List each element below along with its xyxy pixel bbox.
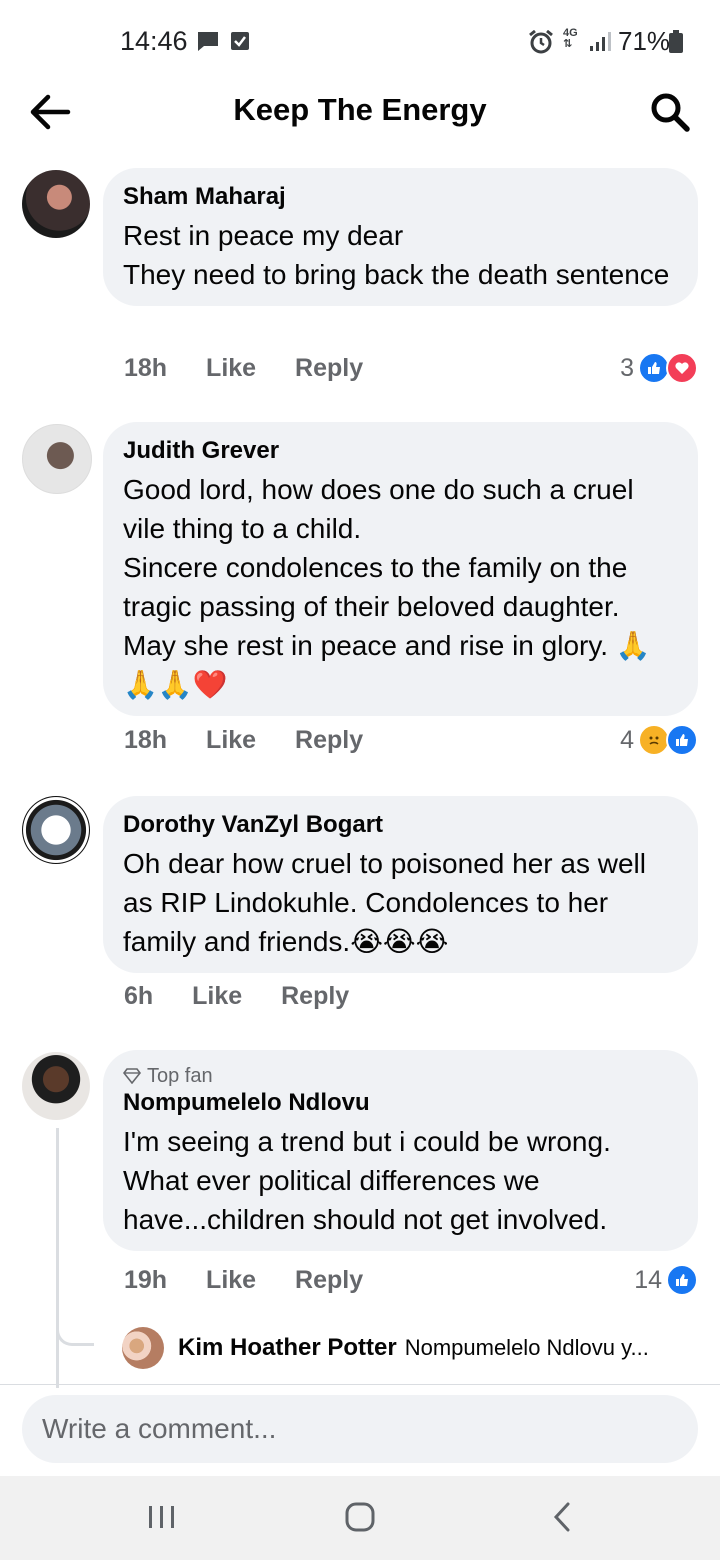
- comment-text: Good lord, how does one do such a cruel …: [123, 474, 651, 700]
- reaction-count: 3: [620, 353, 634, 382]
- comment-bubble: Sham Maharaj Rest in peace my dear They …: [103, 168, 698, 306]
- search-icon[interactable]: [648, 90, 692, 134]
- comment-time[interactable]: 18h: [124, 726, 167, 754]
- status-bar: 14:46 4G ⇅ 71%: [0, 0, 720, 80]
- avatar[interactable]: [22, 170, 90, 238]
- comment-text: Rest in peace my dear They need to bring…: [123, 220, 670, 290]
- message-icon: [196, 30, 220, 57]
- reply-button[interactable]: Reply: [295, 1266, 363, 1294]
- reaction-summary[interactable]: 4: [620, 724, 698, 756]
- battery-icon: [668, 30, 684, 59]
- like-reaction-icon: [666, 1264, 698, 1296]
- like-button[interactable]: Like: [192, 982, 242, 1010]
- reaction-count: 14: [634, 1265, 662, 1294]
- avatar[interactable]: [22, 796, 90, 864]
- top-fan-badge: Top fan: [123, 1064, 678, 1088]
- reply-button[interactable]: Reply: [281, 982, 349, 1010]
- comment-text: I'm seeing a trend but i could be wrong.…: [123, 1126, 611, 1235]
- thread-connector: [56, 1300, 94, 1346]
- check-icon: [230, 30, 250, 57]
- reaction-summary[interactable]: 14: [634, 1264, 698, 1296]
- network-4g-icon: 4G ⇅: [563, 27, 578, 50]
- diamond-icon: [123, 1068, 141, 1084]
- comment-bubble: Dorothy VanZyl Bogart Oh dear how cruel …: [103, 796, 698, 973]
- comment-bubble: Top fan Nompumelelo Ndlovu I'm seeing a …: [103, 1050, 698, 1251]
- reply-author[interactable]: Kim Hoather Potter: [178, 1334, 397, 1362]
- recent-apps-icon[interactable]: [140, 1498, 184, 1538]
- like-button[interactable]: Like: [206, 354, 256, 382]
- comment-bubble: Judith Grever Good lord, how does one do…: [103, 422, 698, 716]
- badge-label: Top fan: [147, 1065, 213, 1087]
- comment-author[interactable]: Judith Grever: [123, 436, 678, 466]
- reply-preview[interactable]: Kim Hoather Potter Nompumelelo Ndlovu y.…: [122, 1326, 702, 1370]
- thread-line: [56, 1128, 59, 1388]
- avatar[interactable]: [22, 424, 92, 494]
- page-title: Keep The Energy: [233, 92, 487, 127]
- comment-composer-bar: Write a comment...: [0, 1384, 720, 1477]
- reply-button[interactable]: Reply: [295, 726, 363, 754]
- avatar[interactable]: [22, 1052, 90, 1120]
- like-button[interactable]: Like: [206, 1266, 256, 1294]
- system-nav-bar: [0, 1476, 720, 1560]
- signal-icon: [588, 30, 612, 57]
- reaction-summary[interactable]: 3: [620, 352, 698, 384]
- battery-level: 71%: [618, 26, 671, 56]
- comment-actions: 19h Like Reply: [124, 1266, 395, 1295]
- reaction-count: 4: [620, 725, 634, 754]
- reply-snippet: Nompumelelo Ndlovu y...: [404, 1335, 649, 1360]
- love-reaction-icon: [666, 352, 698, 384]
- comment-author[interactable]: Sham Maharaj: [123, 182, 678, 212]
- comment-input[interactable]: Write a comment...: [22, 1395, 698, 1463]
- like-reaction-icon: [666, 724, 698, 756]
- page-header: Keep The Energy: [0, 80, 720, 144]
- comment-time[interactable]: 6h: [124, 982, 153, 1010]
- alarm-icon: [528, 29, 554, 59]
- comment-actions: 18h Like Reply: [124, 726, 395, 755]
- comment-actions: 6h Like Reply: [124, 982, 381, 1011]
- comment-author[interactable]: Dorothy VanZyl Bogart: [123, 810, 678, 840]
- comment-time[interactable]: 18h: [124, 354, 167, 382]
- network-label: 4G: [563, 27, 578, 39]
- comment-actions: 18h Like Reply: [124, 354, 395, 383]
- reply-button[interactable]: Reply: [295, 354, 363, 382]
- like-button[interactable]: Like: [206, 726, 256, 754]
- avatar[interactable]: [122, 1327, 164, 1369]
- status-time: 14:46: [120, 26, 188, 56]
- home-icon[interactable]: [338, 1498, 382, 1538]
- comment-author[interactable]: Nompumelelo Ndlovu: [123, 1088, 678, 1118]
- back-icon[interactable]: [540, 1498, 584, 1538]
- comment-time[interactable]: 19h: [124, 1266, 167, 1294]
- comment-text: Oh dear how cruel to poisoned her as wel…: [123, 848, 646, 957]
